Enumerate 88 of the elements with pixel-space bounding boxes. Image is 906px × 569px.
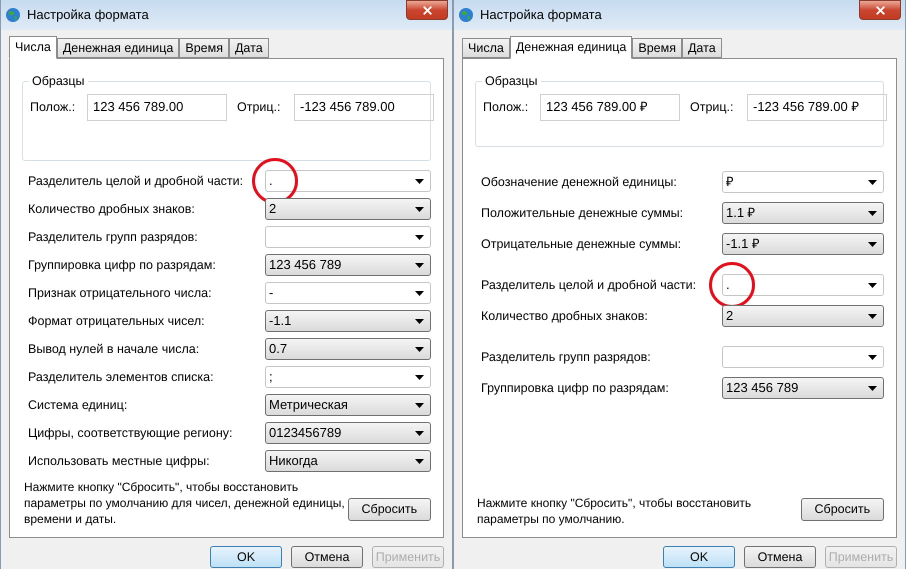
dialog-button[interactable]: OK — [663, 546, 735, 568]
dropdown-arrow-icon — [868, 180, 877, 184]
group-title: Образцы — [29, 73, 88, 89]
dropdown-arrow-icon — [868, 242, 877, 246]
globe-icon — [5, 7, 21, 23]
setting-label: Система единиц: — [28, 396, 128, 414]
dropdown-field[interactable]: 0.7 — [265, 338, 431, 360]
dropdown-arrow-icon — [415, 234, 424, 240]
tab[interactable]: Дата — [682, 38, 722, 58]
dropdown-field[interactable]: 2 — [265, 198, 431, 220]
tab[interactable]: Дата — [228, 38, 269, 58]
dropdown-arrow-icon — [868, 210, 877, 216]
window-title: Настройка формата — [27, 6, 149, 24]
dropdown-field[interactable]: 123 456 789 — [722, 377, 884, 399]
dropdown-field[interactable]: Метрическая — [265, 394, 431, 416]
setting-label: Разделитель групп разрядов: — [481, 348, 652, 366]
dropdown-field[interactable]: 1.1 ₽ — [722, 202, 884, 224]
setting-label: Группировка цифр по разрядам: — [481, 380, 670, 397]
dropdown-field[interactable]: . — [722, 274, 884, 296]
setting-label: Обозначение денежной единицы: — [481, 174, 678, 191]
dropdown-field[interactable]: ₽ — [722, 171, 884, 193]
dropdown-field[interactable]: -1.1 ₽ — [722, 233, 884, 255]
dropdown-arrow-icon — [415, 318, 424, 324]
setting-label: Разделитель элементов списка: — [28, 368, 215, 386]
reset-note: Нажмите кнопку "Сбросить", чтобы восстановить параметры по умолчанию для чисел, денежной единицы, времени и даты. — [24, 479, 346, 527]
window-title: Настройка формата — [480, 6, 602, 24]
dropdown-arrow-icon — [415, 178, 424, 184]
dropdown-arrow-icon — [868, 314, 877, 318]
setting-label: Формат отрицательных чисел: — [28, 312, 206, 330]
dropdown-field[interactable] — [265, 226, 431, 248]
tab[interactable]: Денежная единица — [56, 38, 180, 58]
dropdown-field[interactable]: 0123456789 — [265, 422, 431, 444]
close-icon — [874, 4, 886, 16]
dropdown-arrow-icon — [415, 402, 424, 408]
dropdown-arrow-icon — [415, 458, 424, 464]
setting-label: Отрицательные денежные суммы: — [481, 236, 682, 253]
dropdown-arrow-icon — [415, 206, 424, 212]
close-button[interactable] — [859, 0, 901, 20]
setting-label: Количество дробных знаков: — [28, 200, 196, 218]
setting-label: Вывод нулей в начале числа: — [28, 340, 200, 358]
dropdown-arrow-icon — [415, 430, 424, 436]
reset-note: Нажмите кнопку "Сбросить", чтобы восстановить параметры по умолчанию. — [477, 495, 752, 527]
dialog-button[interactable]: Отмена — [744, 546, 816, 568]
dialog-button[interactable]: Отмена — [291, 546, 363, 568]
setting-label: Группировка цифр по разрядам: — [28, 256, 217, 274]
sample-label: Отриц.: — [690, 99, 734, 116]
setting-label: Разделитель групп разрядов: — [28, 228, 199, 246]
setting-label: Использовать местные цифры: — [28, 452, 211, 470]
dropdown-field[interactable]: -1.1 — [265, 310, 431, 332]
reset-button[interactable]: Сбросить — [348, 498, 431, 521]
tab[interactable]: Время — [632, 38, 682, 58]
setting-label: Положительные денежные суммы: — [481, 204, 684, 222]
setting-label: Цифры, соответствующие региону: — [28, 424, 234, 442]
setting-label: Разделитель целой и дробной части: — [481, 276, 698, 294]
sample-label: Полож.: — [30, 99, 76, 116]
close-icon — [420, 4, 434, 16]
sample-field: 123 456 789.00 ₽ — [540, 94, 680, 121]
setting-label: Признак отрицательного числа: — [28, 284, 213, 302]
sample-label: Полож.: — [483, 99, 530, 116]
dialog-button[interactable]: OK — [210, 546, 282, 568]
dropdown-arrow-icon — [415, 262, 424, 268]
setting-label: Разделитель целой и дробной части: — [28, 172, 244, 190]
tab[interactable]: Денежная единица — [510, 36, 632, 59]
tab[interactable]: Числа — [462, 38, 510, 58]
dropdown-arrow-icon — [415, 346, 424, 352]
dropdown-field[interactable]: . — [265, 170, 431, 192]
sample-field: 123 456 789.00 — [87, 94, 227, 121]
dropdown-field[interactable]: 123 456 789 — [265, 254, 431, 276]
sample-field: -123 456 789.00 — [294, 94, 434, 121]
setting-label: Количество дробных знаков: — [481, 308, 649, 325]
dropdown-arrow-icon — [868, 282, 877, 288]
dropdown-field[interactable]: Никогда — [265, 450, 431, 472]
tab[interactable]: Время — [179, 38, 229, 58]
dropdown-arrow-icon — [415, 374, 424, 380]
dropdown-field[interactable]: 2 — [722, 305, 884, 327]
globe-icon — [458, 7, 474, 23]
dropdown-arrow-icon — [868, 386, 877, 390]
dropdown-field[interactable] — [722, 346, 884, 368]
group-title: Образцы — [482, 73, 541, 89]
dropdown-arrow-icon — [415, 290, 424, 296]
sample-field: -123 456 789.00 ₽ — [747, 94, 887, 121]
close-button[interactable] — [406, 0, 448, 20]
sample-label: Отриц.: — [237, 99, 282, 116]
dropdown-arrow-icon — [868, 354, 877, 360]
reset-button[interactable]: Сбросить — [800, 498, 884, 521]
dropdown-field[interactable]: - — [265, 282, 431, 304]
dropdown-field[interactable]: ; — [265, 366, 431, 388]
tab[interactable]: Числа — [9, 36, 57, 59]
